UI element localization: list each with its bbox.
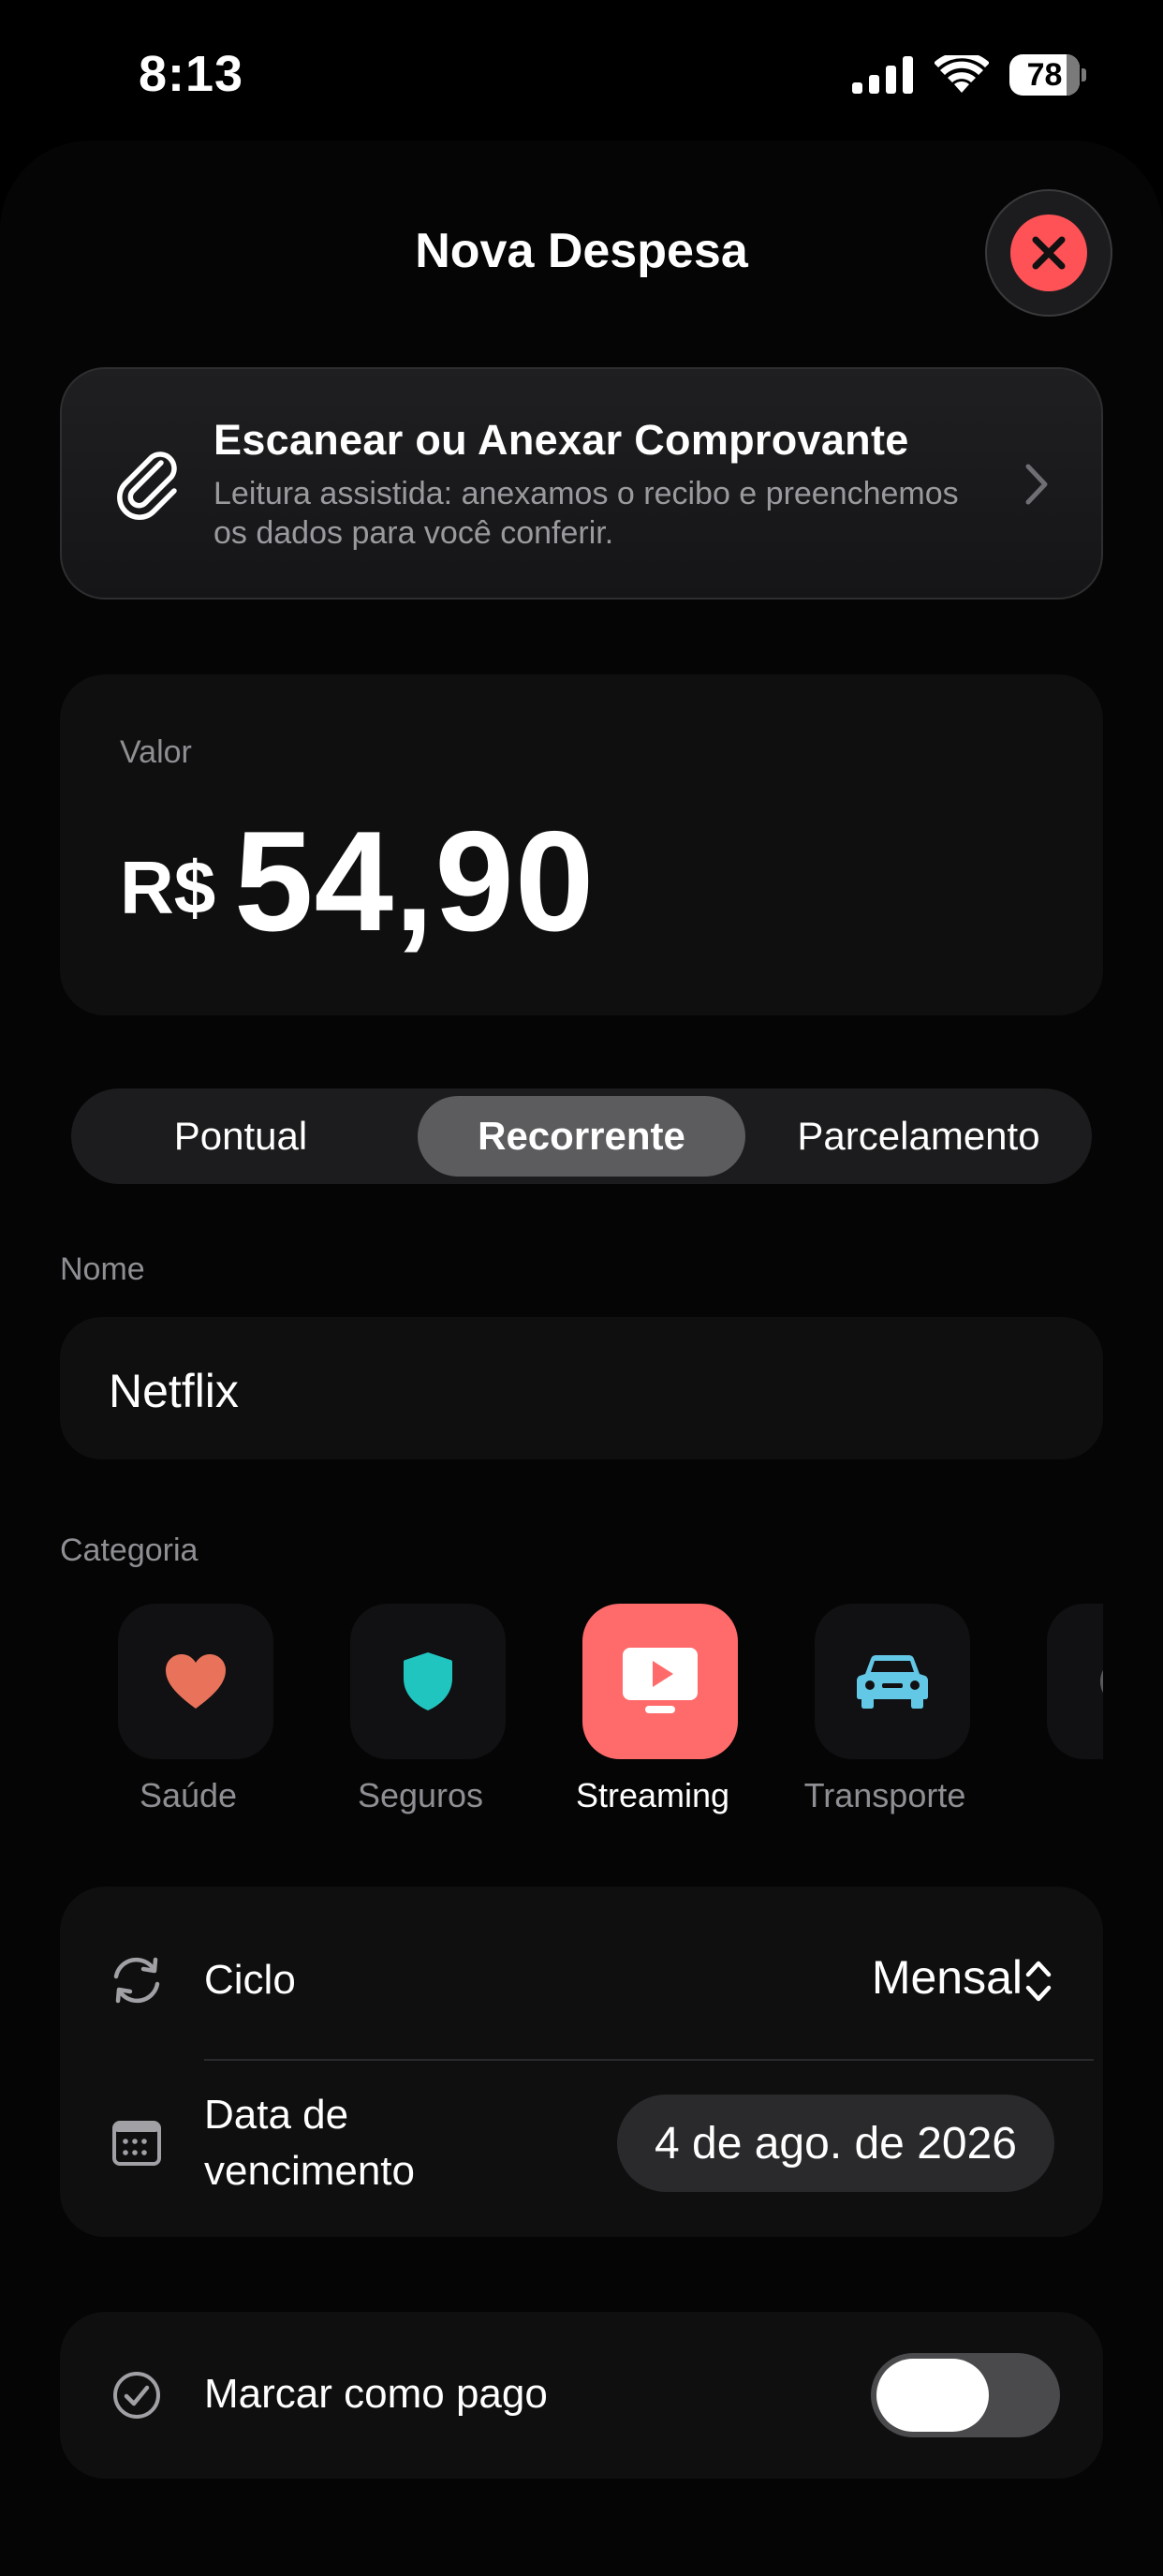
value-label: Valor bbox=[120, 734, 192, 770]
category-label-text: O bbox=[981, 1776, 1103, 1815]
segment-recorrente[interactable]: Recorrente bbox=[418, 1096, 745, 1177]
heart-icon bbox=[166, 1654, 226, 1709]
battery-level: 78 bbox=[1026, 56, 1063, 93]
segment-parcelamento[interactable]: Parcelamento bbox=[753, 1096, 1084, 1177]
cellular-signal-icon bbox=[852, 56, 913, 94]
expense-type-segmented-control: Pontual Recorrente Parcelamento bbox=[71, 1088, 1092, 1184]
due-date-label: Data de vencimento bbox=[204, 2087, 415, 2199]
category-picker: Saúde Seguros Streaming Transporte bbox=[60, 1604, 1103, 1838]
category-saude[interactable]: Saúde bbox=[60, 1604, 294, 1838]
category-seguros[interactable]: Seguros bbox=[292, 1604, 526, 1838]
category-other[interactable]: O bbox=[989, 1604, 1103, 1838]
value-card[interactable]: Valor R$ 54,90 bbox=[60, 674, 1103, 1015]
calendar-icon bbox=[112, 2121, 161, 2166]
car-icon bbox=[857, 1655, 928, 1709]
segment-pontual[interactable]: Pontual bbox=[79, 1096, 403, 1177]
scan-title: Escanear ou Anexar Comprovante bbox=[213, 416, 909, 464]
category-tile bbox=[815, 1604, 970, 1759]
chevron-up-down-icon bbox=[1025, 1961, 1052, 2002]
cycle-label: Ciclo bbox=[204, 1957, 296, 2003]
category-tile bbox=[118, 1604, 273, 1759]
category-streaming[interactable]: Streaming bbox=[524, 1604, 758, 1838]
checkmark-circle-icon bbox=[113, 2372, 160, 2419]
category-tile bbox=[1047, 1604, 1103, 1759]
amount-value[interactable]: 54,90 bbox=[234, 800, 595, 964]
play-tv-icon bbox=[623, 1648, 698, 1713]
mark-paid-row: Marcar como pago bbox=[60, 2312, 1103, 2479]
close-button[interactable] bbox=[985, 189, 1112, 317]
category-label-text: Streaming bbox=[575, 1776, 730, 1814]
close-icon bbox=[1010, 215, 1087, 291]
category-tile-selected bbox=[582, 1604, 738, 1759]
scan-subtitle: Leitura assistida: anexamos o recibo e p… bbox=[213, 476, 959, 551]
paperclip-icon bbox=[117, 452, 177, 520]
status-time: 8:13 bbox=[139, 46, 244, 102]
category-tile bbox=[350, 1604, 506, 1759]
status-bar: 8:13 78 bbox=[0, 0, 1163, 141]
name-input-value: Netflix bbox=[109, 1365, 239, 1417]
recurrence-card: Ciclo Mensal Data de vencimento 4 de ago… bbox=[60, 1887, 1103, 2237]
name-label: Nome bbox=[60, 1251, 145, 1287]
status-icons: 78 bbox=[852, 54, 1086, 96]
scan-receipt-button[interactable]: Escanear ou Anexar Comprovante Leitura a… bbox=[60, 367, 1103, 600]
category-label-text: Transporte bbox=[803, 1776, 966, 1814]
category-label: Categoria bbox=[60, 1532, 199, 1568]
due-date-picker[interactable]: 4 de ago. de 2026 bbox=[616, 2095, 1054, 2192]
due-date-label-line2: vencimento bbox=[204, 2148, 416, 2194]
repeat-cycle-icon bbox=[113, 1957, 160, 2004]
mark-paid-label: Marcar como pago bbox=[204, 2371, 548, 2417]
mark-paid-toggle[interactable] bbox=[871, 2353, 1060, 2437]
category-label-text: Seguros bbox=[357, 1776, 484, 1814]
battery-indicator: 78 bbox=[1009, 54, 1086, 96]
toggle-knob bbox=[876, 2359, 989, 2432]
row-divider bbox=[204, 2059, 1094, 2061]
name-input[interactable]: Netflix bbox=[60, 1317, 1103, 1459]
chevron-right-icon bbox=[1025, 464, 1048, 505]
wifi-icon bbox=[935, 55, 989, 93]
currency-symbol: R$ bbox=[120, 846, 216, 929]
other-icon bbox=[1100, 1669, 1103, 1694]
shield-icon bbox=[404, 1652, 452, 1710]
category-transporte[interactable]: Transporte bbox=[757, 1604, 991, 1838]
due-date-label-line1: Data de bbox=[204, 2092, 349, 2138]
cycle-select[interactable]: Mensal bbox=[872, 1950, 1023, 2005]
